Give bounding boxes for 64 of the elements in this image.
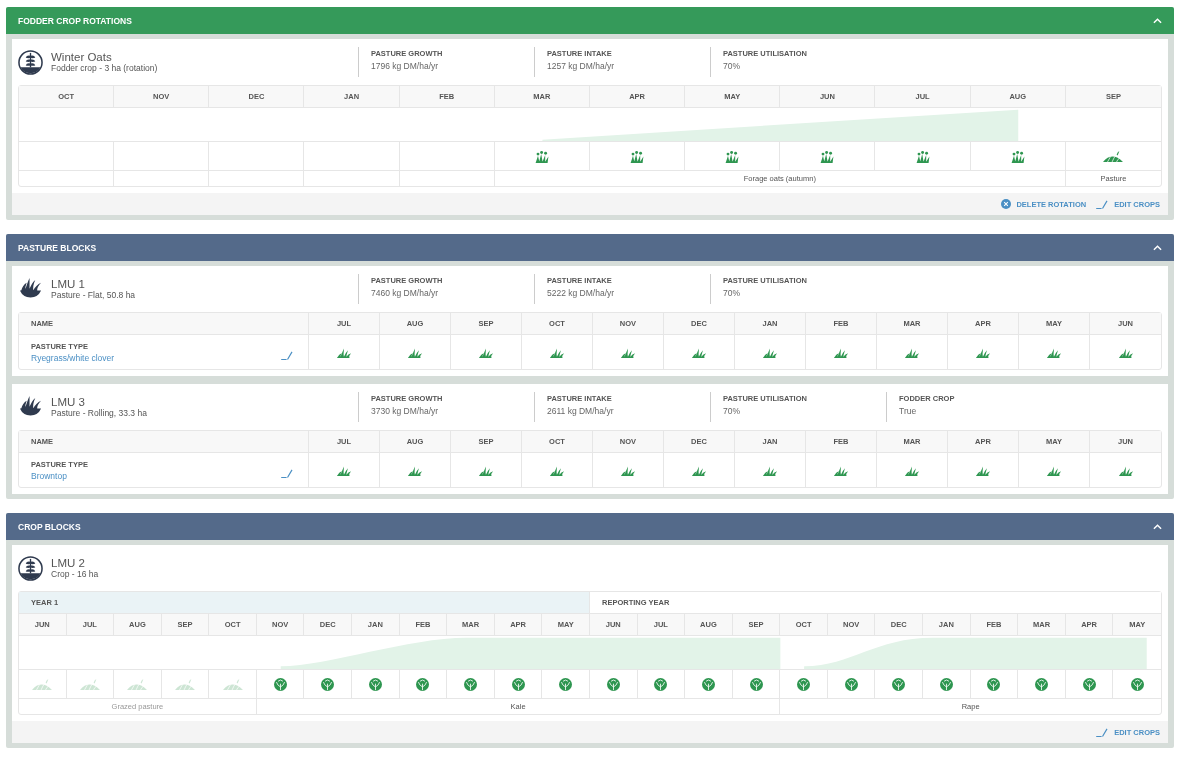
stat-value: 3730 kg DM/ha/yr	[371, 406, 440, 416]
wheat-logo-icon	[18, 49, 43, 75]
sprout-icon	[914, 149, 931, 163]
cabbage-icon	[892, 677, 906, 691]
collapse-button[interactable]	[1151, 521, 1164, 532]
mound-icon	[175, 678, 196, 690]
section-title: CROP BLOCKS	[18, 521, 81, 532]
cabbage-icon	[273, 677, 287, 691]
mound-icon	[127, 678, 148, 690]
sprout-icon	[819, 149, 836, 163]
block-title: LMU 1	[51, 278, 86, 290]
sprout-icon	[1009, 149, 1026, 163]
cabbage-icon	[511, 677, 525, 691]
section-title: FODDER CROP ROTATIONS	[18, 15, 132, 26]
stat-value: 5222 kg DM/ha/yr	[547, 288, 616, 298]
section-title: PASTURE BLOCKS	[18, 242, 97, 253]
block-title: LMU 2	[51, 557, 86, 569]
collapse-button[interactable]	[1151, 15, 1164, 26]
stat-value: 1796 kg DM/ha/yr	[371, 61, 440, 71]
sprout-icon	[629, 149, 646, 163]
cabbage-icon	[701, 677, 715, 691]
mound-icon	[32, 678, 53, 690]
edit-icon	[1096, 727, 1110, 737]
wheat-logo-icon	[18, 555, 43, 581]
edit-icon[interactable]	[281, 469, 294, 478]
stat-value: 2611 kg DM/ha/yr	[547, 406, 615, 416]
pasture-type-link[interactable]: Ryegrass/white clover	[31, 352, 115, 363]
pasture-type-link[interactable]: Browntop	[31, 470, 88, 481]
block-subtitle: Pasture - Flat, 50.8 ha	[51, 290, 136, 300]
block-title: Winter Oats	[51, 51, 113, 63]
cabbage-icon	[987, 677, 1001, 691]
cabbage-icon	[368, 677, 382, 691]
stat-value: 1257 kg DM/ha/yr	[547, 61, 616, 71]
cabbage-icon	[464, 677, 478, 691]
cabbage-icon	[606, 677, 620, 691]
cabbage-icon	[1035, 677, 1049, 691]
mound-icon	[222, 678, 243, 690]
edit-icon[interactable]	[281, 351, 294, 360]
cabbage-icon	[1082, 677, 1096, 691]
close-icon	[1001, 199, 1012, 209]
stat-value: 70%	[723, 406, 741, 416]
cabbage-icon	[749, 677, 763, 691]
cabbage-icon	[321, 677, 335, 691]
sprout-icon	[724, 149, 741, 163]
stat-value: 70%	[723, 288, 741, 298]
stat-value: 7460 kg DM/ha/yr	[371, 288, 440, 298]
stat-value: True	[899, 406, 918, 416]
cabbage-icon	[559, 677, 573, 691]
cabbage-icon	[1130, 677, 1144, 691]
cabbage-icon	[939, 677, 953, 691]
cabbage-icon	[654, 677, 668, 691]
mound-icon	[1103, 150, 1124, 162]
block-subtitle: Fodder crop - 3 ha (rotation)	[51, 63, 158, 73]
block-title: LMU 3	[51, 396, 86, 408]
stat-value: 70%	[723, 61, 741, 71]
cabbage-icon	[844, 677, 858, 691]
block-subtitle: Crop - 16 ha	[51, 569, 99, 579]
cabbage-icon	[416, 677, 430, 691]
mound-icon	[79, 678, 100, 690]
sprout-icon	[533, 149, 550, 163]
block-subtitle: Pasture - Rolling, 33.3 ha	[51, 408, 147, 418]
edit-icon	[1096, 199, 1110, 209]
collapse-button[interactable]	[1151, 242, 1164, 253]
cabbage-icon	[797, 677, 811, 691]
